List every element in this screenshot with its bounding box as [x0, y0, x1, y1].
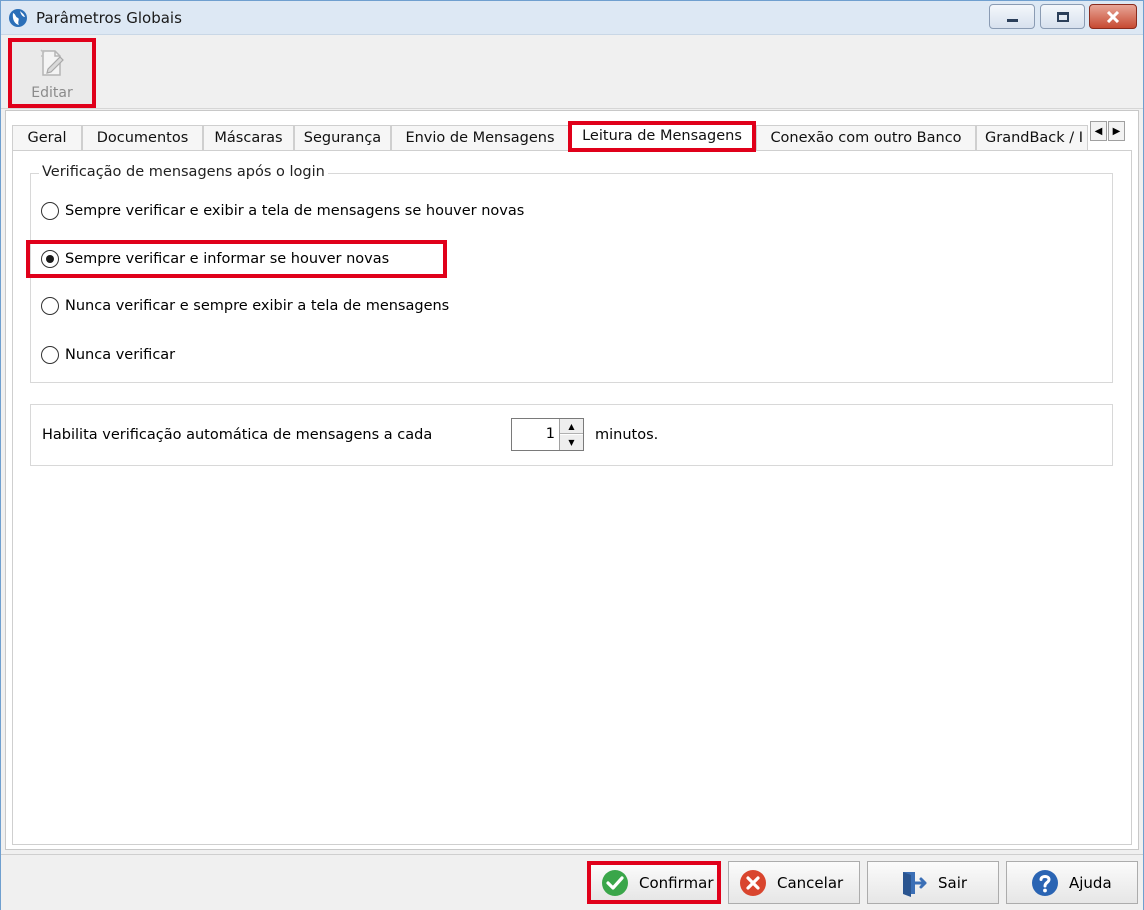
- cancel-button-label: Cancelar: [777, 873, 844, 892]
- confirm-button[interactable]: Confirmar: [587, 861, 721, 904]
- exit-button-label: Sair: [938, 873, 968, 892]
- option-never-check[interactable]: Nunca verificar: [41, 344, 175, 366]
- option-never-check-always-show[interactable]: Nunca verificar e sempre exibir a tela d…: [41, 295, 449, 317]
- close-icon: [1106, 10, 1120, 23]
- minimize-button[interactable]: [989, 4, 1035, 29]
- edit-document-icon: [40, 49, 64, 76]
- window-title: Parâmetros Globais: [36, 9, 182, 27]
- exit-button[interactable]: Sair: [867, 861, 999, 904]
- arrow-up-icon: ▲: [568, 421, 575, 431]
- tab-mascaras[interactable]: Máscaras: [203, 125, 294, 151]
- exit-door-icon: [903, 871, 927, 897]
- auto-check-group: Habilita verificação automática de mensa…: [30, 404, 1113, 466]
- globe-icon: [9, 9, 27, 27]
- login-check-group: Verificação de mensagens após o login Se…: [26, 164, 1113, 383]
- radio-button[interactable]: [41, 297, 59, 315]
- login-check-legend: Verificação de mensagens após o login: [39, 164, 328, 180]
- help-button-label: Ajuda: [1069, 873, 1112, 892]
- edit-button-label: Editar: [31, 85, 73, 101]
- interval-unit: minutos.: [595, 427, 659, 443]
- tab-documentos[interactable]: Documentos: [82, 125, 203, 151]
- auto-check-label: Habilita verificação automática de mensa…: [42, 427, 433, 443]
- bottom-button-bar: Confirmar Cancelar Sair Ajuda: [1, 854, 1143, 910]
- tab-seguranca[interactable]: Segurança: [294, 125, 391, 151]
- toolbar: Editar: [1, 36, 1143, 109]
- check-circle-icon: [602, 869, 628, 896]
- maximize-button[interactable]: [1040, 4, 1085, 29]
- spinner-buttons: ▲ ▼: [559, 419, 583, 450]
- tab-conexao-com-outro-banco[interactable]: Conexão com outro Banco: [756, 125, 976, 151]
- maximize-icon: [1056, 11, 1069, 22]
- tab-envio-de-mensagens[interactable]: Envio de Mensagens: [391, 125, 569, 151]
- option-always-check-show-screen[interactable]: Sempre verificar e exibir a tela de mens…: [41, 200, 524, 222]
- main-window: Parâmetros Globais Editar Geral Document…: [0, 0, 1144, 910]
- radio-button[interactable]: [41, 346, 59, 364]
- tab-scroll-left-button[interactable]: ◀: [1090, 121, 1107, 141]
- x-circle-icon: [740, 869, 766, 896]
- tab-scroll-right-button[interactable]: ▶: [1108, 121, 1125, 141]
- cancel-button[interactable]: Cancelar: [728, 861, 860, 904]
- tab-geral[interactable]: Geral: [12, 125, 82, 151]
- confirm-button-label: Confirmar: [639, 873, 714, 892]
- tab-grandback[interactable]: GrandBack / I: [976, 125, 1088, 151]
- spinner-down-button[interactable]: ▼: [560, 435, 583, 450]
- arrow-down-icon: ▼: [568, 438, 575, 447]
- help-button[interactable]: Ajuda: [1006, 861, 1138, 904]
- content-area: Geral Documentos Máscaras Segurança Envi…: [5, 110, 1139, 850]
- tab-leitura-de-mensagens[interactable]: Leitura de Mensagens: [568, 121, 756, 152]
- title-bar: Parâmetros Globais: [1, 1, 1143, 35]
- interval-spinner[interactable]: 1 ▲ ▼: [511, 418, 584, 451]
- option-label: Sempre verificar e exibir a tela de mens…: [65, 203, 525, 219]
- highlight-box: [26, 240, 447, 278]
- tab-panel-leitura-de-mensagens: Verificação de mensagens após o login Se…: [12, 150, 1132, 845]
- spinner-up-button[interactable]: ▲: [560, 419, 583, 434]
- minimize-icon: [1006, 19, 1018, 22]
- option-label: Nunca verificar: [65, 347, 176, 363]
- option-label: Nunca verificar e sempre exibir a tela d…: [65, 298, 450, 314]
- tab-strip: Geral Documentos Máscaras Segurança Envi…: [12, 121, 1134, 152]
- interval-value[interactable]: 1: [546, 426, 555, 442]
- edit-button[interactable]: Editar: [8, 38, 96, 108]
- question-circle-icon: [1032, 869, 1058, 896]
- close-window-button[interactable]: [1089, 4, 1137, 29]
- radio-button[interactable]: [41, 202, 59, 220]
